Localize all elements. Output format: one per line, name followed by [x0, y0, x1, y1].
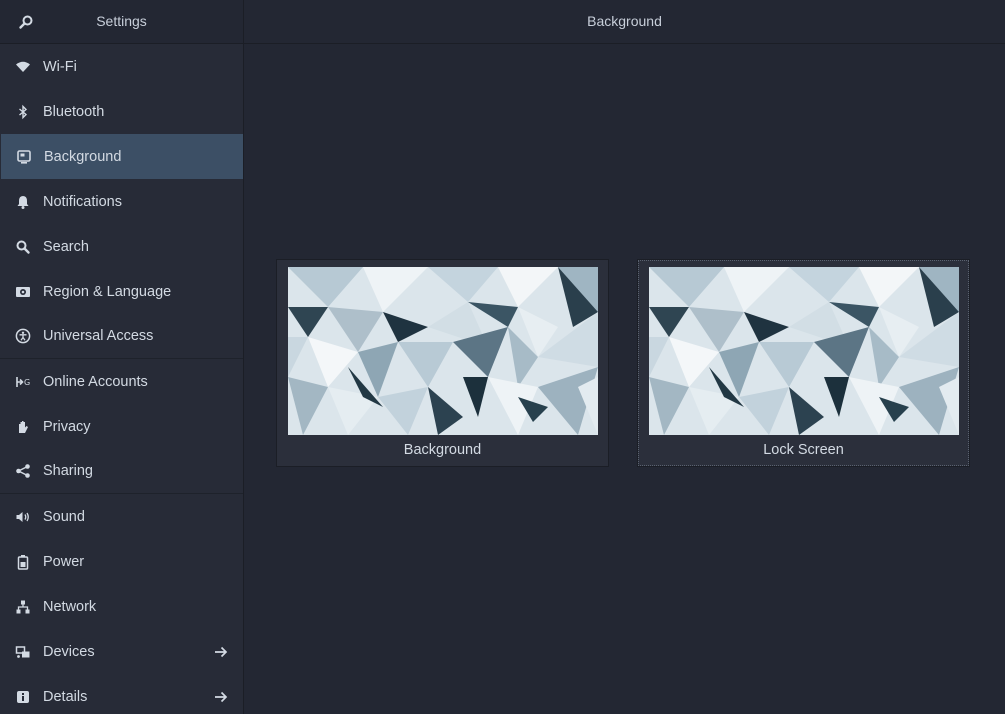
- card-label: Lock Screen: [763, 442, 844, 458]
- share-icon: [15, 463, 31, 479]
- sidebar-item-details[interactable]: Details: [0, 674, 243, 714]
- sidebar-item-wifi[interactable]: Wi-Fi: [0, 44, 243, 89]
- sidebar-item-label: Power: [43, 553, 85, 570]
- background-icon: [16, 149, 32, 165]
- sidebar-item-label: Wi-Fi: [43, 58, 77, 75]
- sidebar-item-sharing[interactable]: Sharing: [0, 449, 243, 494]
- wifi-icon: [15, 59, 31, 75]
- accessibility-icon: [15, 328, 31, 344]
- main-content: Background Lock Screen: [244, 44, 1005, 714]
- sidebar-item-label: Bluetooth: [43, 103, 105, 120]
- bluetooth-icon: [15, 104, 31, 120]
- battery-icon: [15, 554, 31, 570]
- card-label: Background: [403, 442, 482, 458]
- sidebar-item-sound[interactable]: Sound: [0, 494, 243, 539]
- search-icon: [19, 15, 33, 29]
- page-title: Background: [587, 13, 662, 29]
- online-accounts-icon: G: [15, 374, 31, 390]
- header-left-pane: Settings: [0, 0, 244, 43]
- sidebar-item-background[interactable]: Background: [1, 134, 243, 179]
- sidebar-item-label: Details: [43, 688, 88, 705]
- bell-icon: [15, 194, 31, 210]
- sidebar-item-notifications[interactable]: Notifications: [0, 179, 243, 224]
- header-bar: Settings Background: [0, 0, 1005, 44]
- sidebar-item-privacy[interactable]: Privacy: [0, 404, 243, 449]
- sidebar: Wi-Fi Bluetooth Background Notifications…: [0, 44, 244, 714]
- sidebar-item-network[interactable]: Network: [0, 584, 243, 629]
- background-card[interactable]: Background: [276, 259, 609, 467]
- sidebar-item-label: Network: [43, 598, 97, 615]
- sidebar-item-label: Notifications: [43, 193, 122, 210]
- search-icon: [15, 239, 31, 255]
- devices-icon: [15, 644, 31, 660]
- sidebar-item-bluetooth[interactable]: Bluetooth: [0, 89, 243, 134]
- region-icon: [15, 284, 31, 300]
- arrow-right-icon: [215, 691, 228, 703]
- hand-icon: [15, 419, 31, 435]
- sidebar-item-label: Universal Access: [43, 328, 154, 344]
- sidebar-item-label: Background: [44, 148, 122, 165]
- sidebar-item-devices[interactable]: Devices: [0, 629, 243, 674]
- svg-text:G: G: [24, 378, 30, 387]
- sidebar-item-label: Search: [43, 238, 89, 255]
- arrow-right-icon: [215, 646, 228, 658]
- sidebar-item-label: Sharing: [43, 463, 93, 479]
- lock-screen-thumbnail: [649, 267, 959, 435]
- sidebar-item-online-accounts[interactable]: G Online Accounts: [0, 359, 243, 404]
- search-button[interactable]: [10, 7, 42, 37]
- sidebar-item-region-language[interactable]: Region & Language: [0, 269, 243, 314]
- info-icon: [15, 689, 31, 705]
- sidebar-item-label: Online Accounts: [43, 373, 148, 390]
- background-thumbnail: [288, 267, 598, 435]
- sidebar-item-power[interactable]: Power: [0, 539, 243, 584]
- sidebar-item-label: Sound: [43, 508, 85, 525]
- sidebar-item-universal-access[interactable]: Universal Access: [0, 314, 243, 359]
- sidebar-item-search[interactable]: Search: [0, 224, 243, 269]
- network-icon: [15, 599, 31, 615]
- sidebar-item-label: Privacy: [43, 418, 91, 435]
- speaker-icon: [15, 509, 31, 525]
- sidebar-item-label: Devices: [43, 643, 95, 660]
- lock-screen-card[interactable]: Lock Screen: [637, 259, 970, 467]
- sidebar-item-label: Region & Language: [43, 283, 172, 300]
